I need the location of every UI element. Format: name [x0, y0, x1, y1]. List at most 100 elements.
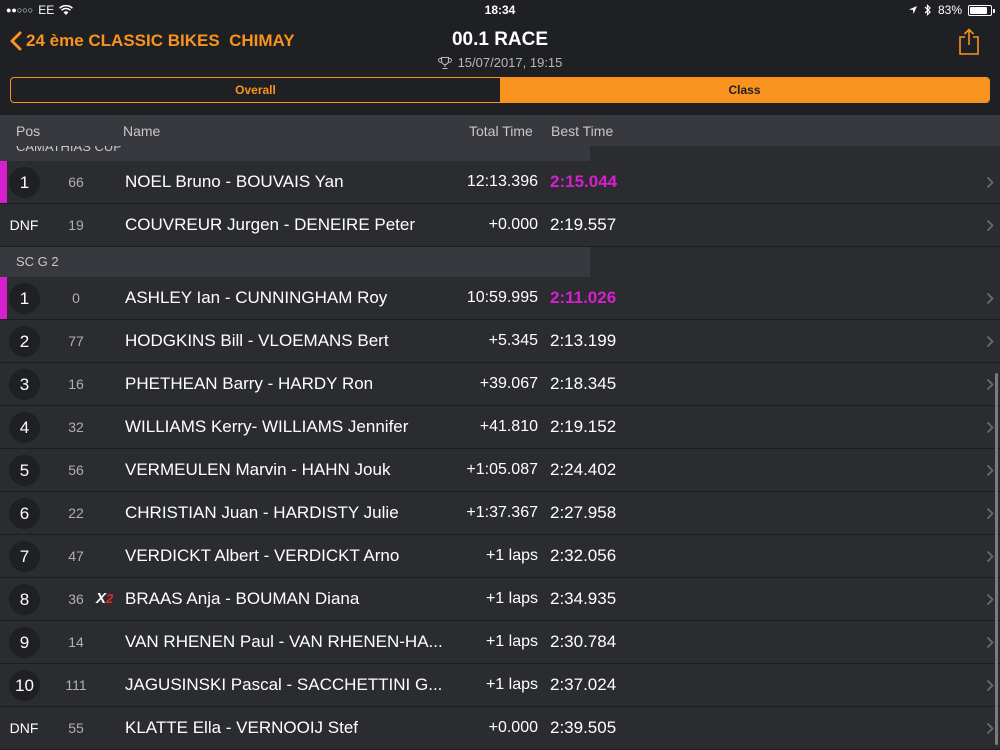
best-time: 2:13.199 [550, 331, 617, 350]
table-row[interactable]: 4 32 WILLIAMS Kerry- WILLIAMS Jennifer +41.… [0, 406, 1000, 449]
total-time: +39.067 [479, 375, 538, 392]
battery-percent: 83% [937, 3, 962, 17]
bike-number: 0 [72, 290, 80, 306]
header-total-time: Total Time [469, 123, 533, 139]
table-row[interactable]: 8 36 X2 BRAAS Anja - BOUMAN Diana +1 laps 2:3… [0, 578, 1000, 621]
race-date-text: 15/07/2017, 19:15 [457, 55, 563, 70]
total-time: +1:37.367 [466, 504, 538, 521]
table-row[interactable]: 1 0 ASHLEY Ian - CUNNINGHAM Roy 10:59.995 2:… [0, 277, 1000, 320]
best-time: 2:19.557 [550, 215, 617, 234]
battery-icon [968, 4, 995, 16]
share-button[interactable] [958, 28, 980, 61]
rider-names: VAN RHENEN Paul - VAN RHENEN-HA... [125, 632, 443, 651]
position-badge: 9 [9, 627, 40, 658]
section-header: SC G 2 [0, 247, 590, 277]
position-badge: 1 [9, 167, 40, 198]
class-badge: X2 [96, 590, 113, 607]
best-time: 2:27.958 [550, 503, 617, 522]
bike-number: 32 [68, 419, 84, 435]
chevron-right-icon [986, 176, 994, 194]
bike-number: 47 [68, 548, 84, 564]
chevron-right-icon [986, 636, 994, 654]
rider-names: ASHLEY Ian - CUNNINGHAM Roy [125, 288, 388, 307]
position-badge: 4 [9, 412, 40, 443]
total-time: +0.000 [488, 719, 538, 736]
rider-names: VERMEULEN Marvin - HAHN Jouk [125, 460, 391, 479]
position-badge: DNF [9, 720, 39, 736]
rider-names: PHETHEAN Barry - HARDY Ron [125, 374, 374, 393]
best-time: 2:11.026 [550, 288, 617, 307]
chevron-right-icon [986, 335, 994, 353]
position-badge: 2 [9, 326, 40, 357]
fastest-marker [0, 277, 7, 319]
rider-names: COUVREUR Jurgen - DENEIRE Peter [125, 215, 416, 234]
best-time: 2:37.024 [550, 675, 617, 694]
bike-number: 16 [68, 376, 84, 392]
table-row[interactable]: DNF 19 COUVREUR Jurgen - DENEIRE Peter +0.0… [0, 204, 1000, 247]
total-time: 10:59.995 [466, 289, 538, 306]
fastest-marker [0, 161, 7, 203]
position-badge: 10 [9, 670, 40, 701]
header-best-time: Best Time [551, 123, 614, 139]
chevron-right-icon [986, 421, 994, 439]
best-time: 2:32.056 [550, 546, 617, 565]
table-row[interactable]: 3 16 PHETHEAN Barry - HARDY Ron +39.067 2:18… [0, 363, 1000, 406]
status-time: 18:34 [484, 3, 516, 17]
rider-names: BRAAS Anja - BOUMAN Diana [125, 589, 360, 608]
bike-number: 55 [68, 720, 84, 736]
rider-names: JAGUSINSKI Pascal - SACCHETTINI G... [125, 675, 443, 694]
total-time: +5.345 [488, 332, 538, 349]
table-row[interactable]: 2 77 HODGKINS Bill - VLOEMANS Bert +5.345 2:… [0, 320, 1000, 363]
table-row[interactable]: DNF 55 KLATTE Ella - VERNOOIJ Stef +0.000 2:… [0, 707, 1000, 750]
tab-overall[interactable]: Overall [11, 78, 500, 102]
table-row[interactable]: 9 14 VAN RHENEN Paul - VAN RHENEN-HA... +1 … [0, 621, 1000, 664]
best-time: 2:24.402 [550, 460, 617, 479]
share-icon [959, 28, 979, 55]
race-date: 15/07/2017, 19:15 [0, 55, 1000, 70]
bike-number: 111 [65, 677, 87, 693]
rider-names: KLATTE Ella - VERNOOIJ Stef [125, 718, 359, 737]
chevron-right-icon [986, 550, 994, 568]
chevron-right-icon [986, 219, 994, 237]
bike-number: 77 [68, 333, 84, 349]
total-time: +1 laps [485, 633, 538, 650]
bluetooth-icon [924, 4, 931, 16]
badge-letter: X [96, 590, 107, 607]
total-time: +0.000 [488, 216, 538, 233]
bike-number: 14 [68, 634, 84, 650]
rider-names: HODGKINS Bill - VLOEMANS Bert [125, 331, 389, 350]
rider-names: VERDICKT Albert - VERDICKT Arno [125, 546, 400, 565]
chevron-right-icon [986, 679, 994, 697]
trophy-icon [437, 56, 452, 69]
table-row[interactable]: 10 111 JAGUSINSKI Pascal - SACCHETTINI G..… [0, 664, 1000, 707]
badge-number: 2 [106, 591, 114, 606]
battery-fill [970, 6, 987, 14]
segmented-control: Overall Class [10, 77, 990, 103]
position-badge: 7 [9, 541, 40, 572]
table-row[interactable]: 7 47 VERDICKT Albert - VERDICKT Arno +1 lap… [0, 535, 1000, 578]
chevron-right-icon [986, 292, 994, 310]
results-table: CAMATHIAS CUP 1 66 NOEL Bruno - BOUVAIS Yan… [0, 146, 1000, 750]
bike-number: 36 [68, 591, 84, 607]
chevron-right-icon [986, 378, 994, 396]
rider-names: NOEL Bruno - BOUVAIS Yan [125, 172, 344, 191]
table-row[interactable]: 1 66 NOEL Bruno - BOUVAIS Yan 12:13.396 2:15… [0, 161, 1000, 204]
nav-bar: 24 ème CLASSIC BIKES CHIMAY 00.1 RACE 15… [0, 20, 1000, 115]
scrollbar[interactable] [995, 373, 998, 745]
chevron-right-icon [986, 507, 994, 525]
header-name: Name [123, 123, 161, 139]
tab-class[interactable]: Class [500, 78, 989, 102]
best-time: 2:19.152 [550, 417, 617, 436]
table-row[interactable]: 6 22 CHRISTIAN Juan - HARDISTY Julie +1:37.… [0, 492, 1000, 535]
bike-number: 66 [68, 174, 84, 190]
total-time: 12:13.396 [466, 173, 538, 190]
position-badge: 6 [9, 498, 40, 529]
best-time: 2:18.345 [550, 374, 617, 393]
best-time: 2:15.044 [550, 172, 618, 191]
total-time: +1 laps [485, 676, 538, 693]
chevron-right-icon [986, 722, 994, 740]
total-time: +1 laps [485, 547, 538, 564]
location-icon [908, 6, 917, 14]
table-row[interactable]: 5 56 VERMEULEN Marvin - HAHN Jouk +1:05.087… [0, 449, 1000, 492]
chevron-right-icon [986, 593, 994, 611]
